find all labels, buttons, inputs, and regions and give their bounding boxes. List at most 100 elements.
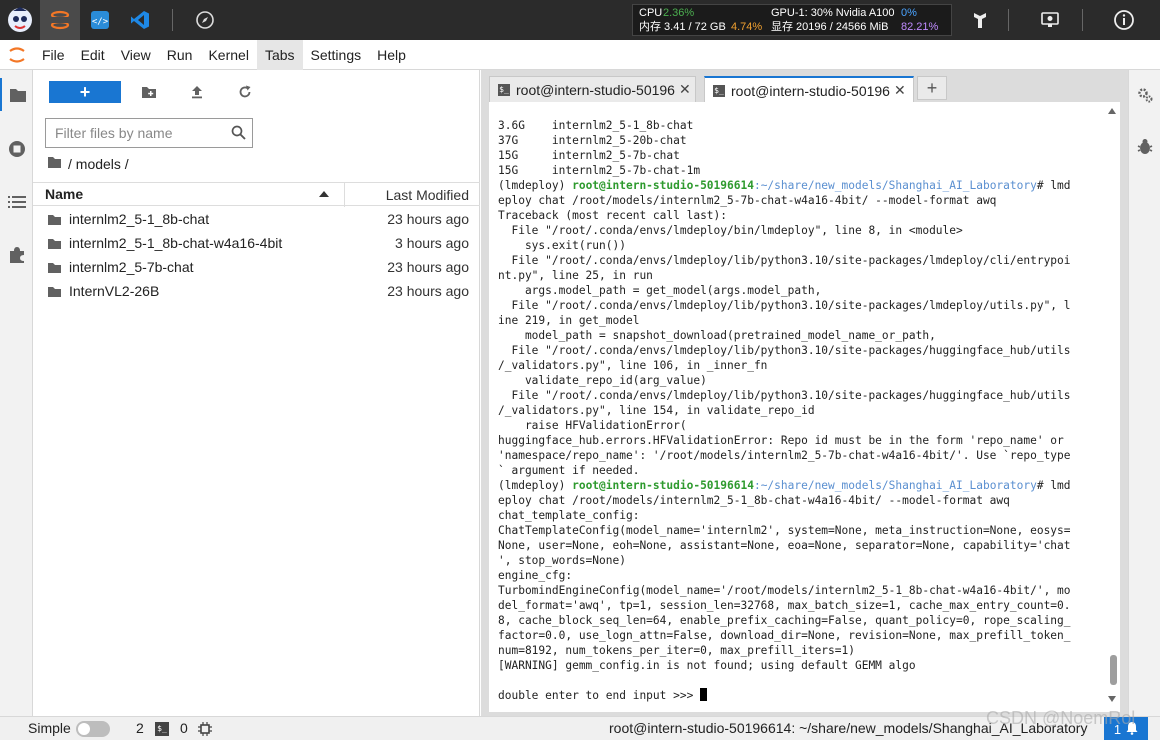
- file-browser-tab-icon[interactable]: [0, 78, 33, 111]
- terminal-output[interactable]: 3.6G internlm2_5-1_8b-chat 37G internlm2_…: [489, 102, 1120, 712]
- terminals-count[interactable]: 2: [136, 720, 144, 736]
- new-launcher-button[interactable]: +: [49, 81, 121, 103]
- memory-usage: 4.74%: [731, 21, 763, 33]
- code-editor-app-icon[interactable]: </>: [80, 0, 120, 40]
- refresh-icon[interactable]: [233, 81, 257, 103]
- screen-share-icon[interactable]: [1030, 0, 1070, 40]
- menu-view[interactable]: View: [113, 40, 159, 70]
- info-icon[interactable]: [1104, 0, 1144, 40]
- add-tab-button[interactable]: +: [917, 76, 947, 100]
- scroll-down-arrow-icon[interactable]: [1108, 696, 1116, 702]
- terminal-line: eploy chat /root/models/internlm2_5-7b-c…: [498, 194, 997, 207]
- terminal-line: TurbomindEngineConfig(model_name='/root/…: [498, 584, 1071, 597]
- terminal-cursor: [700, 688, 708, 701]
- menu-kernel[interactable]: Kernel: [200, 40, 256, 70]
- brand-logo-icon[interactable]: [960, 0, 1000, 40]
- file-row[interactable]: internlm2_5-1_8b-chat-w4a16-4bit 3 hours…: [33, 231, 480, 255]
- running-sessions-tab-icon[interactable]: [0, 132, 33, 165]
- terminal-line: eploy chat /root/models/internlm2_5-1_8b…: [498, 494, 1010, 507]
- compass-app-icon[interactable]: [185, 0, 225, 40]
- gpu-label: GPU-1: 30% Nvidia A100: [771, 7, 895, 19]
- shell-prompt-line: (lmdeploy) root@intern-studio-50196614:~…: [498, 478, 1098, 493]
- terminal-line: raise HFValidationError(: [498, 419, 687, 432]
- toggle-knob: [78, 723, 90, 735]
- filter-files-input[interactable]: Filter files by name: [45, 118, 253, 148]
- svg-text:</>: </>: [92, 17, 109, 27]
- prompt-path: :~/share/new_models/Shanghai_AI_Laborato…: [753, 179, 1037, 192]
- cpu-usage: 2.36%: [663, 7, 695, 19]
- file-row[interactable]: InternVL2-26B 23 hours ago: [33, 279, 480, 303]
- close-tab-icon[interactable]: ✕: [894, 82, 906, 99]
- terminal-line: 'namespace/repo_name': '/root/models/int…: [498, 449, 1071, 462]
- folder-icon: [47, 237, 62, 253]
- file-name: InternVL2-26B: [69, 283, 160, 299]
- column-modified-header[interactable]: Last Modified: [386, 187, 469, 203]
- scroll-up-arrow-icon[interactable]: [1108, 108, 1116, 114]
- kernel-chip-icon[interactable]: [198, 722, 212, 739]
- terminal-line: None, user=None, eoh=None, assistant=Non…: [498, 539, 1071, 552]
- sort-ascending-icon[interactable]: [319, 191, 329, 197]
- tab-label: root@intern-studio-50196: [516, 81, 675, 98]
- terminal-line: /_validators.py", line 154, in validate_…: [498, 404, 815, 417]
- menu-settings[interactable]: Settings: [303, 40, 370, 70]
- right-sidebar-tabs: [1128, 70, 1160, 716]
- breadcrumb-path[interactable]: / models /: [68, 156, 129, 172]
- terminal-line: 8, cache_block_seq_len=64, enable_prefix…: [498, 614, 1071, 627]
- terminal-dock-panel: $_ root@intern-studio-50196 ✕ $_ root@in…: [481, 70, 1128, 716]
- upload-icon[interactable]: [185, 81, 209, 103]
- scrollbar-thumb[interactable]: [1110, 655, 1117, 685]
- menu-edit[interactable]: Edit: [73, 40, 113, 70]
- terminal-line: sys.exit(run()): [498, 239, 626, 252]
- menu-help[interactable]: Help: [369, 40, 414, 70]
- terminal-tab-2[interactable]: $_ root@intern-studio-50196 ✕: [704, 76, 914, 103]
- column-name-header[interactable]: Name: [45, 186, 83, 202]
- terminal-line: factor=0.0, use_logn_attn=False, downloa…: [498, 629, 1071, 642]
- property-inspector-gear-icon[interactable]: [1129, 80, 1160, 110]
- terminal-line: ine 219, in get_model: [498, 314, 640, 327]
- terminal-icon: $_: [498, 83, 510, 96]
- terminal-line: 15G internlm2_5-7b-chat: [498, 149, 680, 162]
- extension-manager-tab-icon[interactable]: [0, 238, 33, 271]
- terminal-line: File "/root/.conda/envs/lmdeploy/lib/pyt…: [498, 344, 1071, 357]
- prompt-user: root@intern-studio-50196614: [572, 179, 754, 192]
- breadcrumb: / models /: [47, 154, 129, 174]
- file-name: internlm2_5-1_8b-chat-w4a16-4bit: [69, 235, 283, 251]
- terminal-line: engine_cfg:: [498, 569, 573, 582]
- menu-tabs[interactable]: Tabs: [256, 39, 303, 70]
- vscode-app-icon[interactable]: [120, 0, 160, 40]
- prompt-env: (lmdeploy): [498, 179, 573, 192]
- table-of-contents-tab-icon[interactable]: [0, 185, 33, 218]
- home-folder-icon[interactable]: [47, 156, 62, 172]
- intern-studio-logo-icon[interactable]: [0, 0, 40, 40]
- terminal-line: 3.6G internlm2_5-1_8b-chat: [498, 119, 694, 132]
- toolbar-divider-right: [1008, 9, 1009, 31]
- kernels-count[interactable]: 0: [180, 720, 188, 736]
- terminal-tab-1[interactable]: $_ root@intern-studio-50196 ✕: [489, 76, 696, 102]
- file-row[interactable]: internlm2_5-1_8b-chat 23 hours ago: [33, 207, 480, 231]
- toolbar-divider: [172, 9, 173, 31]
- jupyter-logo-icon: [0, 40, 34, 70]
- search-icon: [231, 125, 246, 143]
- memory-label: 内存 3.41 / 72 GB: [639, 21, 726, 33]
- file-modified: 23 hours ago: [387, 211, 469, 227]
- debugger-bug-icon[interactable]: [1129, 132, 1160, 162]
- terminal-line: args.model_path = get_model(args.model_p…: [498, 284, 822, 297]
- menu-file[interactable]: File: [34, 40, 73, 70]
- terminal-status-icon[interactable]: $_: [155, 722, 169, 736]
- folder-icon: [47, 285, 62, 301]
- file-row[interactable]: internlm2_5-7b-chat 23 hours ago: [33, 255, 480, 279]
- prompt-command: # lmd: [1036, 179, 1071, 192]
- jupyter-app-icon[interactable]: [40, 0, 80, 40]
- new-folder-icon[interactable]: [137, 81, 161, 103]
- close-tab-icon[interactable]: ✕: [679, 81, 691, 98]
- terminal-line: double enter to end input >>>: [498, 688, 1098, 703]
- folder-icon: [47, 213, 62, 229]
- terminal-line: File "/root/.conda/envs/lmdeploy/lib/pyt…: [498, 299, 1071, 312]
- terminal-line: ', stop_words=None): [498, 554, 626, 567]
- terminal-line: 15G internlm2_5-7b-chat-1m: [498, 164, 701, 177]
- menu-run[interactable]: Run: [159, 40, 201, 70]
- watermark-text: CSDN @NoemRol: [986, 708, 1136, 728]
- simple-mode-toggle[interactable]: [76, 721, 110, 737]
- column-divider[interactable]: [344, 183, 345, 207]
